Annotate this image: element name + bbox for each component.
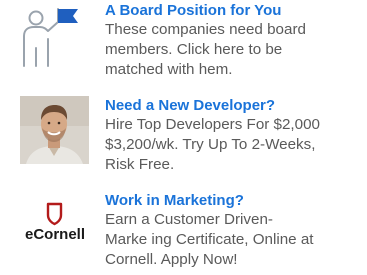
ad-new-developer[interactable]: Need a New Developer? Hire Top Developer… (0, 95, 367, 190)
ad-title-link[interactable]: Need a New Developer? (105, 97, 367, 114)
ad-description: These companies need board members. Clic… (105, 21, 306, 78)
ad-description: Hire Top Developers For $2,000 $3,200/wk… (105, 116, 320, 173)
ad-title-link[interactable]: A Board Position for You (105, 2, 367, 19)
ecornell-logo: eCornell (20, 202, 89, 252)
ad-title-link[interactable]: Work in Marketing? (105, 192, 367, 209)
ad-work-in-marketing[interactable]: eCornell Work in Marketing? Earn a Custo… (0, 190, 367, 275)
ecornell-logo-text: eCornell (24, 226, 85, 243)
board-presenter-flag-icon (20, 6, 89, 70)
developer-portrait-photo (20, 96, 89, 164)
ad-board-position[interactable]: A Board Position for You These companies… (0, 0, 367, 95)
ad-description: Earn a Customer Driven- Marke ing Certif… (105, 211, 314, 268)
